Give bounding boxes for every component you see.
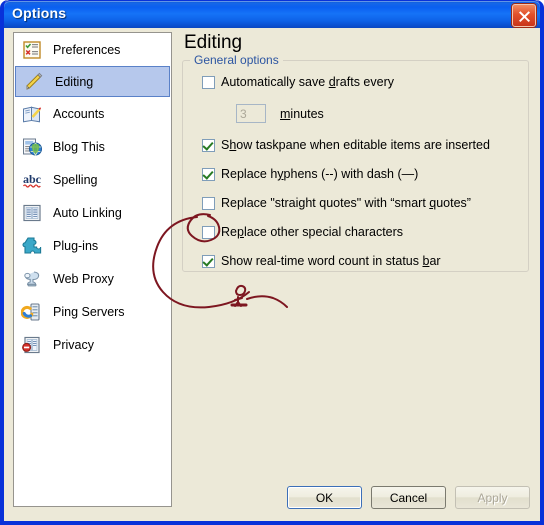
- label-post: lace other special characters: [243, 225, 404, 239]
- sidebar-item-label: Editing: [55, 74, 94, 89]
- sidebar-item-label: Accounts: [53, 106, 105, 121]
- group-legend: General options: [190, 53, 283, 67]
- checkbox-replace-straight-quotes[interactable]: [202, 197, 215, 210]
- sidebar-item-privacy[interactable]: Privacy: [14, 328, 171, 361]
- checkbox-show-word-count[interactable]: [202, 255, 215, 268]
- auto-save-interval-row[interactable]: minutes: [236, 104, 518, 123]
- sidebar-item-preferences[interactable]: Preferences: [14, 33, 171, 66]
- option-show-word-count[interactable]: Show real-time word count in status bar: [202, 254, 518, 268]
- option-auto-save-drafts[interactable]: Automatically save drafts every: [202, 75, 518, 89]
- sidebar-item-label: Preferences: [53, 42, 121, 57]
- apply-button: Apply: [455, 486, 530, 509]
- minutes-label-accel: m: [280, 106, 291, 121]
- option-label: Show taskpane when editable items are in…: [221, 138, 490, 152]
- option-label: Show real-time word count in status bar: [221, 254, 441, 268]
- label-pre: Automatically save: [221, 75, 329, 89]
- sidebar-item-auto-linking[interactable]: Auto Linking: [14, 196, 171, 229]
- checkbox-show-taskpane[interactable]: [202, 139, 215, 152]
- option-replace-straight-quotes[interactable]: Replace "straight quotes" with “smart qu…: [202, 196, 518, 210]
- server-refresh-icon: [21, 302, 40, 321]
- minutes-label: minutes: [280, 107, 324, 121]
- option-label: Automatically save drafts every: [221, 75, 394, 89]
- sidebar-item-blog-this[interactable]: Blog This: [14, 130, 171, 163]
- close-icon: [518, 11, 530, 22]
- options-dialog-window: Options Preferences Editing Accounts Blo…: [0, 0, 544, 525]
- window-title: Options: [12, 5, 67, 21]
- label-post: ar: [429, 254, 441, 268]
- label-pre: Replace h: [221, 167, 278, 181]
- close-button[interactable]: [512, 4, 536, 27]
- checkbox-replace-special-characters[interactable]: [202, 226, 215, 239]
- option-show-taskpane[interactable]: Show taskpane when editable items are in…: [202, 138, 518, 152]
- sidebar-item-editing[interactable]: Editing: [15, 66, 170, 97]
- label-post: phens (--) with dash (—): [283, 167, 419, 181]
- checkbox-auto-save-drafts[interactable]: [202, 76, 215, 89]
- document-lines-icon: [23, 204, 41, 221]
- dialog-button-bar: OK Cancel Apply: [287, 486, 530, 509]
- settings-category-list[interactable]: Preferences Editing Accounts Blog This a…: [13, 32, 172, 507]
- book-pencil-icon: [23, 106, 41, 122]
- sidebar-item-spelling[interactable]: abc Spelling: [14, 163, 171, 196]
- page-globe-icon: [23, 138, 42, 156]
- label-accel: d: [328, 75, 336, 89]
- sidebar-item-label: Privacy: [53, 337, 94, 352]
- option-replace-special-characters[interactable]: Replace other special characters: [202, 225, 518, 239]
- abc-spellcheck-icon: abc: [22, 172, 42, 188]
- sidebar-item-label: Blog This: [53, 139, 105, 154]
- label-pre: Replace "straight quotes" with “smart: [221, 196, 430, 210]
- page-title: Editing: [184, 32, 243, 53]
- label-pre: Show real-time word count in status: [221, 254, 423, 268]
- preferences-checklist-icon: [23, 40, 41, 59]
- sidebar-item-web-proxy[interactable]: Web Proxy: [14, 262, 171, 295]
- sidebar-item-label: Spelling: [53, 172, 98, 187]
- option-label: Replace "straight quotes" with “smart qu…: [221, 196, 471, 210]
- document-block-icon: [22, 336, 40, 353]
- title-bar[interactable]: Options: [4, 0, 540, 29]
- checkbox-replace-hyphens[interactable]: [202, 168, 215, 181]
- sidebar-item-label: Web Proxy: [53, 271, 114, 286]
- minutes-label-post: inutes: [290, 106, 324, 121]
- puzzle-piece-icon: [22, 236, 42, 254]
- sidebar-item-plug-ins[interactable]: Plug-ins: [14, 229, 171, 262]
- label-post: ow taskpane when editable items are inse…: [236, 138, 490, 152]
- option-replace-hyphens[interactable]: Replace hyphens (--) with dash (—): [202, 167, 518, 181]
- label-accel: p: [236, 225, 244, 239]
- minutes-input[interactable]: [236, 104, 266, 123]
- general-options-group: General options Automatically save draft…: [182, 53, 529, 272]
- cancel-button[interactable]: Cancel: [371, 486, 446, 509]
- dialog-client-area: Preferences Editing Accounts Blog This a…: [4, 28, 540, 521]
- sidebar-item-label: Plug-ins: [53, 238, 99, 253]
- sidebar-item-ping-servers[interactable]: Ping Servers: [14, 295, 171, 328]
- faucet-icon: [24, 270, 40, 286]
- label-post: rafts every: [335, 75, 394, 89]
- sidebar-item-label: Auto Linking: [53, 205, 122, 220]
- option-label: Replace hyphens (--) with dash (—): [221, 167, 418, 181]
- label-post: uotes”: [436, 196, 471, 210]
- pencil-icon: [26, 72, 43, 90]
- svg-text:abc: abc: [23, 172, 42, 186]
- label-pre: Re: [221, 225, 237, 239]
- sidebar-item-accounts[interactable]: Accounts: [14, 97, 171, 130]
- settings-detail-pane: Editing General options Automatically sa…: [182, 32, 530, 272]
- sidebar-item-label: Ping Servers: [53, 304, 125, 319]
- ok-button[interactable]: OK: [287, 486, 362, 509]
- option-label: Replace other special characters: [221, 225, 403, 239]
